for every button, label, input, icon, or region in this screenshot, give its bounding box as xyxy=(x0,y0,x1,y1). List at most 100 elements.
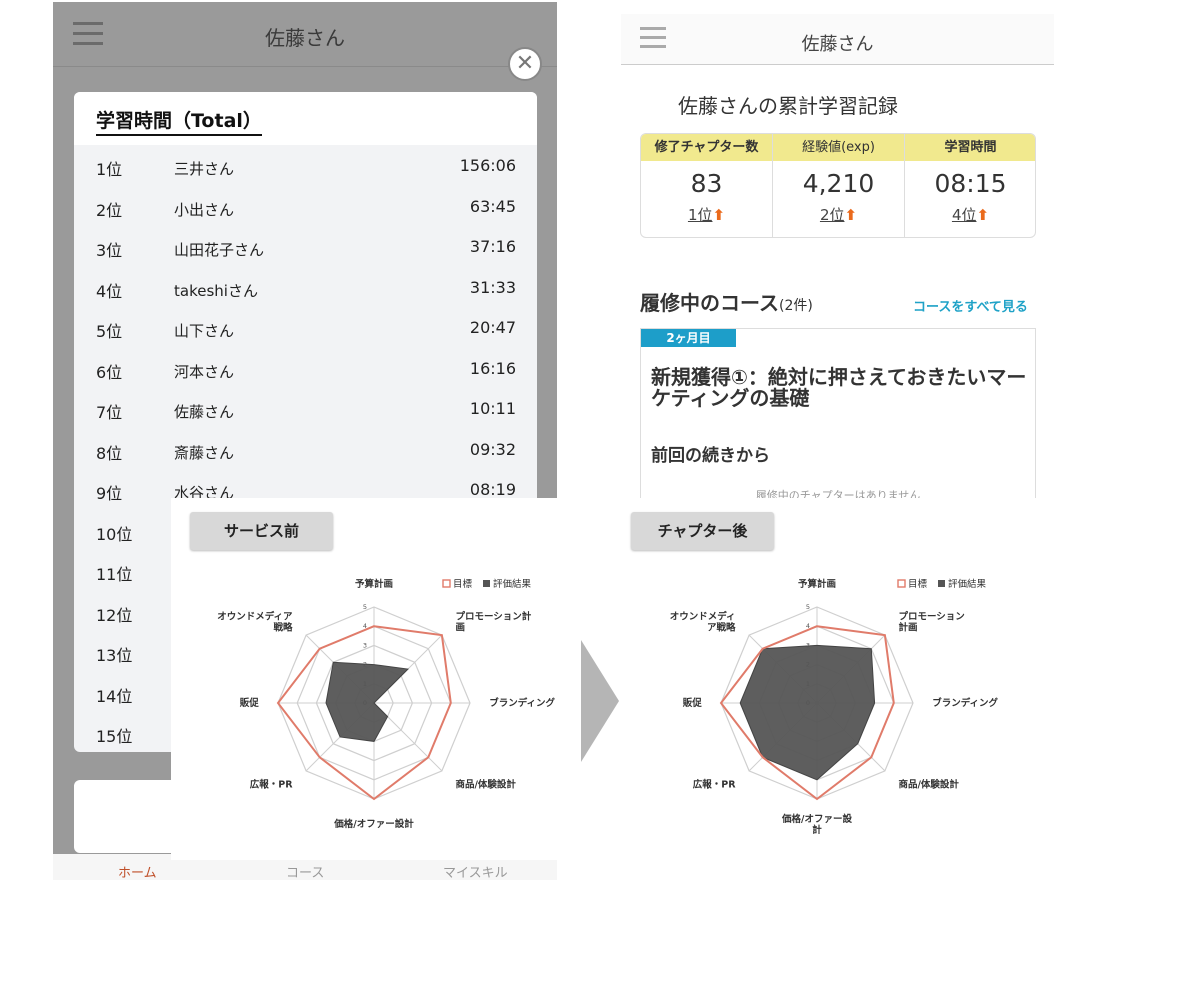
radar-axis-label: 画 xyxy=(455,623,465,634)
stat-label: 経験値(exp) xyxy=(773,134,904,161)
radar-scale-tick: 3 xyxy=(806,641,810,649)
stat-rank-link[interactable]: 2位⬆ xyxy=(773,204,904,225)
radar-axis-label: ブランディング xyxy=(489,697,555,709)
stat-value: 08:15 xyxy=(934,169,1007,198)
user-name: 山下さん xyxy=(174,322,235,340)
study-time: 31:33 xyxy=(469,277,516,297)
radar-scale-tick: 0 xyxy=(363,699,367,707)
courses-section-title: 履修中のコース(2件) xyxy=(640,287,813,316)
rank-position: 9位 xyxy=(96,484,123,503)
rank-position: 7位 xyxy=(96,403,123,422)
ranking-row[interactable]: 4位 takeshiさん 31:33 xyxy=(74,268,537,308)
rank-position: 8位 xyxy=(96,443,123,463)
arrow-up-icon: ⬆ xyxy=(712,206,726,224)
radar-chart-before: 0 1 2 3 4 5 予算計画プロモーション計画ブランディング商品/体験設計価格/オファー… xyxy=(217,578,555,830)
ranking-row[interactable]: 5位 山下さん 20:47 xyxy=(74,308,537,348)
ranking-row[interactable]: 1位 三井さん 156:06 xyxy=(74,146,537,186)
stats-table: 修了チャプター数 83 1位⬆ 経験値(exp) 4,210 2位⬆ 学習時間 … xyxy=(640,133,1036,238)
ranking-row[interactable]: 8位 斎藤さん 09:32 xyxy=(74,430,537,470)
ranking-row[interactable]: 2位 小出さん 63:45 xyxy=(74,187,537,227)
modal-header: 学習時間（Total） xyxy=(74,92,537,145)
legend-result-swatch xyxy=(938,580,945,587)
tab-home[interactable]: ホーム xyxy=(118,862,157,880)
legend-target-label: 目標 xyxy=(453,578,473,590)
user-name: 河本さん xyxy=(174,362,235,381)
radar-scale-tick: 2 xyxy=(806,661,810,669)
legend-result-label: 評価結果 xyxy=(493,578,532,590)
radar-axis-label: 計画 xyxy=(898,622,917,634)
radar-scale-tick: 3 xyxy=(363,641,367,649)
stat-rank-link[interactable]: 4位⬆ xyxy=(905,204,1035,225)
radar-axis-label: 計 xyxy=(812,824,822,836)
user-name: 山田花子さん xyxy=(174,241,265,259)
legend-target-swatch xyxy=(442,579,451,588)
header-title: 佐藤さん xyxy=(265,26,345,50)
radar-axis-label: 商品/体験設計 xyxy=(455,778,516,790)
ranking-row[interactable]: 3位 山田花子さん 37:16 xyxy=(74,227,537,267)
ranking-row[interactable]: 7位 佐藤さん 10:11 xyxy=(74,389,537,429)
study-time: 37:16 xyxy=(469,237,516,256)
stat-value: 83 xyxy=(690,169,723,198)
radar-scale-tick: 5 xyxy=(363,603,367,611)
legend-result-swatch xyxy=(483,580,490,587)
radar-scale-tick: 4 xyxy=(806,622,810,630)
stat-label: 修了チャプター数 xyxy=(641,134,772,161)
rank-position: 4位 xyxy=(96,281,123,301)
rank-position: 1位 xyxy=(96,160,123,179)
rank-position: 15位 xyxy=(96,727,133,746)
radar-panel-after: チャプター後 0 1 2 3 4 5 予算計画 プロモーション 計画 ブランディング 商品/体験設計… xyxy=(620,498,1055,860)
app-header: 佐藤さん xyxy=(53,2,557,67)
radar-panel-before: サービス前 0 1 2 3 4 5 予算計画 プロモーション計画ブランディング 商品/体験設計価… xyxy=(171,498,557,860)
rank-position: 10位 xyxy=(96,524,133,544)
radar-axis-label: 価格/オファー設計 xyxy=(333,818,414,830)
radar-scale-tick: 2 xyxy=(363,661,367,669)
radar-scale-tick: 5 xyxy=(806,603,810,611)
arrow-up-icon: ⬆ xyxy=(976,206,990,224)
radar-axis-label: ブランディング xyxy=(932,697,998,709)
tab-course[interactable]: コース xyxy=(286,862,324,880)
radar-axis-label: プロモーション xyxy=(898,611,964,623)
rank-position: 14位 xyxy=(96,686,133,706)
rank-position: 12位 xyxy=(96,605,133,625)
continue-label: 前回の続きから xyxy=(651,446,770,466)
radar-axis-label: 販促 xyxy=(683,697,703,709)
user-name: takeshiさん xyxy=(174,281,258,300)
courses-title-text: 履修中のコース xyxy=(640,291,779,315)
modal-title: 学習時間（Total） xyxy=(96,106,262,136)
user-name: 小出さん xyxy=(174,200,235,219)
radar-axis-label: 予算計画 xyxy=(798,578,836,590)
courses-count: (2件) xyxy=(779,298,813,314)
stat-rank: 1位 xyxy=(687,206,713,224)
stat-study-time: 学習時間 08:15 4位⬆ xyxy=(905,134,1035,237)
radar-scale-tick: 1 xyxy=(806,680,810,688)
radar-scale-tick: 4 xyxy=(363,622,367,630)
stat-label: 学習時間 xyxy=(905,134,1035,161)
view-all-courses-link[interactable]: コースをすべて見る xyxy=(913,296,1028,315)
legend-target-label: 目標 xyxy=(908,578,928,590)
study-time: 63:45 xyxy=(469,196,516,216)
rank-position: 11位 xyxy=(96,565,133,584)
radar-axis-label: 価格/オファー設 xyxy=(781,813,852,825)
course-duration-badge: 2ヶ月目 xyxy=(641,329,736,347)
course-card[interactable]: 2ヶ月目 新規獲得①：絶対に押さえておきたいマーケティングの基礎 前回の続きから… xyxy=(640,328,1036,500)
user-name: 佐藤さん xyxy=(174,403,235,421)
rank-position: 13位 xyxy=(96,646,133,665)
study-time: 09:32 xyxy=(469,439,516,459)
dashboard-screen: 佐藤さん 佐藤さんの累計学習記録 修了チャプター数 83 1位⬆ 経験値(exp… xyxy=(621,14,1054,500)
radar-axis-label: ア戦略 xyxy=(707,622,736,634)
close-icon[interactable]: ✕ xyxy=(508,47,542,81)
rank-position: 6位 xyxy=(96,362,123,382)
record-title: 佐藤さんの累計学習記録 xyxy=(678,94,898,118)
stat-rank-link[interactable]: 1位⬆ xyxy=(641,204,772,225)
arrow-up-icon: ⬆ xyxy=(844,206,858,224)
user-name: 斎藤さん xyxy=(174,443,235,462)
radar-axis-label: 予算計画 xyxy=(355,578,393,590)
stat-rank: 2位 xyxy=(819,206,845,224)
course-name: 新規獲得①：絶対に押さえておきたいマーケティングの基礎 xyxy=(651,365,1027,410)
rank-position: 2位 xyxy=(96,200,123,220)
tab-myskill[interactable]: マイスキル xyxy=(443,862,508,880)
radar-axis-label: 広報・PR xyxy=(693,778,736,790)
ranking-row[interactable]: 6位 河本さん 16:16 xyxy=(74,349,537,389)
arrow-right-icon xyxy=(581,640,619,762)
user-name: 三井さん xyxy=(174,160,235,178)
